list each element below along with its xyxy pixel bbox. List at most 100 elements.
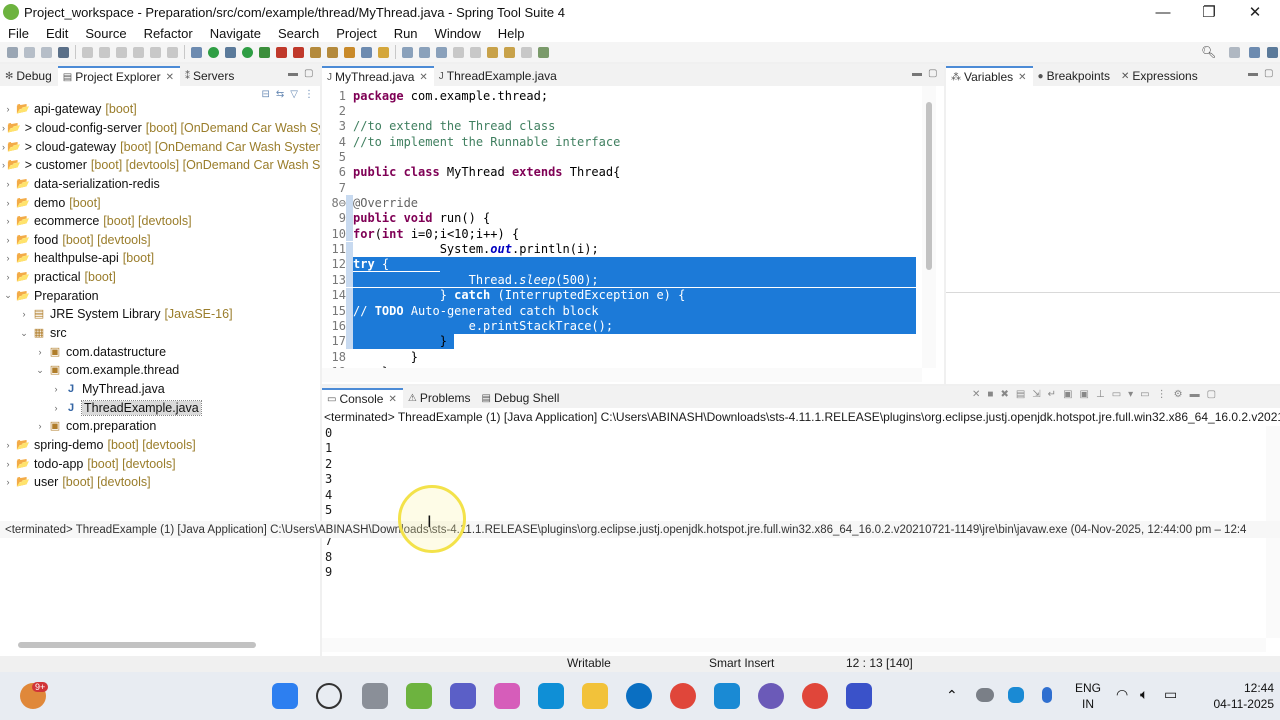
clock-date[interactable]: 04-11-2025	[1196, 697, 1275, 711]
code-line[interactable]: 10 for(int i=0;i<10;i++) {	[322, 226, 916, 242]
scrollbar-thumb[interactable]	[926, 102, 932, 270]
tree-item[interactable]: ⌄ ▦ src	[0, 324, 320, 343]
tab-project-explorer[interactable]: ▤ Project Explorer ✕	[57, 66, 180, 86]
java-perspective-icon[interactable]	[1249, 46, 1260, 58]
menu-run[interactable]: Run	[386, 26, 427, 41]
code-line[interactable]: 11 System. out .println(i);	[322, 241, 916, 257]
tree-item[interactable]: › 📂 user [boot] [devtools]	[0, 473, 320, 492]
minimize-panel-icon[interactable]: ▬	[1248, 68, 1258, 79]
tree-item[interactable]: › 📂 > customer [boot] [devtools] [OnDemand …	[0, 156, 320, 175]
toggle-block-icon[interactable]	[419, 46, 430, 58]
code-line[interactable]: 5	[322, 149, 916, 164]
chrome-profile-icon[interactable]	[802, 683, 828, 709]
menu-project[interactable]: Project	[328, 26, 385, 41]
app-icon[interactable]	[846, 683, 872, 709]
sync-icon[interactable]	[1008, 687, 1024, 703]
debug-perspective-icon[interactable]	[1267, 46, 1278, 58]
word-wrap-icon[interactable]: ↵	[1048, 389, 1056, 400]
resume-icon[interactable]	[99, 46, 110, 58]
minimize-panel-icon[interactable]: ▬	[912, 68, 922, 79]
chrome-icon[interactable]	[670, 683, 696, 709]
stop-icon[interactable]	[293, 46, 304, 58]
view-menu-icon[interactable]: ⋮	[304, 89, 314, 100]
details-divider[interactable]	[946, 292, 1280, 293]
tab-debug[interactable]: ✻ Debug	[0, 66, 58, 86]
code-line[interactable]: 9 public void run() {	[322, 210, 916, 227]
show-hidden-icons-icon[interactable]: ⌃	[946, 687, 958, 704]
search-taskbar-icon[interactable]	[316, 683, 342, 709]
hp-icon[interactable]	[626, 683, 652, 709]
collapsed-arrow-icon[interactable]: ›	[2, 459, 14, 469]
collapsed-arrow-icon[interactable]: ›	[2, 272, 14, 282]
teams-icon[interactable]	[450, 683, 476, 709]
collapsed-arrow-icon[interactable]: ›	[2, 477, 14, 487]
open-perspective-icon[interactable]	[1229, 46, 1240, 58]
new-package-icon[interactable]	[327, 46, 338, 58]
code-line[interactable]: 1 package com.example.thread;	[322, 88, 916, 103]
tree-item[interactable]: › ▤ JRE System Library [JavaSE-16]	[0, 305, 320, 324]
coverage-icon[interactable]	[259, 46, 270, 58]
minimize-panel-icon[interactable]: ▬	[288, 68, 298, 79]
collapsed-arrow-icon[interactable]: ›	[34, 347, 46, 357]
menu-search[interactable]: Search	[270, 26, 328, 41]
clear-console-icon[interactable]: ▤	[1016, 389, 1025, 400]
horizontal-scrollbar[interactable]	[322, 368, 922, 382]
previous-annotation-icon[interactable]	[470, 46, 481, 58]
close-icon[interactable]: ✕	[388, 394, 396, 405]
collapsed-arrow-icon[interactable]: ›	[2, 179, 14, 189]
settings-icon[interactable]: ⚙	[1174, 389, 1183, 400]
code-line[interactable]: 15 // TODO Auto-generated catch block	[322, 302, 916, 319]
outline-icon[interactable]	[191, 46, 202, 58]
tree-item[interactable]: › 📂 > cloud-config-server [boot] [OnDemand …	[0, 119, 320, 138]
remove-all-icon[interactable]: ✖	[1000, 389, 1008, 400]
search-icon[interactable]: 🔍︎	[1201, 45, 1216, 59]
close-icon[interactable]: ✕	[419, 72, 427, 83]
remove-launch-icon[interactable]: ✕	[972, 389, 980, 400]
tree-item[interactable]: › 📂 > cloud-gateway [boot] [OnDemand Car Wa…	[0, 137, 320, 156]
show-on-output-icon[interactable]: ▣	[1063, 389, 1072, 400]
tab-threadexample-java[interactable]: J ThreadExample.java	[434, 66, 563, 86]
menu-window[interactable]: Window	[427, 26, 490, 41]
pin-console-icon[interactable]: ⊥	[1096, 389, 1105, 400]
expanded-arrow-icon[interactable]: ⌄	[2, 290, 14, 301]
tab-expressions[interactable]: ✕ Expressions	[1116, 66, 1204, 86]
maximize-button[interactable]: ❐	[1186, 0, 1232, 24]
next-annotation-icon[interactable]	[453, 46, 464, 58]
close-button[interactable]: ✕	[1232, 0, 1278, 24]
edge-icon[interactable]	[538, 683, 564, 709]
code-line[interactable]: 12 try {	[322, 256, 916, 273]
tab-breakpoints[interactable]: ● Breakpoints	[1033, 66, 1116, 86]
skip-breakpoints-icon[interactable]	[82, 46, 93, 58]
console-view-menu-icon[interactable]: ⋮	[1157, 389, 1167, 400]
vscode-icon[interactable]	[714, 683, 740, 709]
run-icon[interactable]	[242, 46, 253, 58]
new-class-icon[interactable]	[344, 46, 355, 58]
collapsed-arrow-icon[interactable]: ›	[2, 216, 14, 226]
copilot-icon[interactable]	[494, 683, 520, 709]
back-icon[interactable]	[504, 46, 515, 58]
show-whitespace-icon[interactable]	[436, 46, 447, 58]
collapse-all-icon[interactable]: ⊟	[262, 89, 270, 100]
tree-item[interactable]: › J MyThread.java	[0, 380, 320, 399]
collapsed-arrow-icon[interactable]: ›	[34, 421, 46, 431]
expanded-arrow-icon[interactable]: ⌄	[34, 365, 46, 376]
horizontal-scrollbar[interactable]	[18, 642, 256, 648]
code-line[interactable]: 18 }	[322, 349, 916, 364]
tree-item[interactable]: › 📂 practical [boot]	[0, 268, 320, 287]
language-indicator[interactable]: ENG	[1072, 681, 1104, 695]
maximize-panel-icon[interactable]: ▢	[928, 68, 937, 79]
collapsed-arrow-icon[interactable]: ›	[50, 403, 62, 413]
toggle-mark-icon[interactable]	[402, 46, 413, 58]
code-line[interactable]: 2	[322, 103, 916, 118]
minimize-button[interactable]: —	[1140, 0, 1186, 24]
tree-item[interactable]: › 📂 api-gateway [boot]	[0, 100, 320, 119]
code-line[interactable]: 6 public class MyThread extends Thread{	[322, 165, 916, 180]
menu-navigate[interactable]: Navigate	[202, 26, 270, 41]
pin-editor-icon[interactable]	[538, 46, 549, 58]
tree-item[interactable]: ⌄ 📂 Preparation	[0, 287, 320, 306]
close-icon[interactable]: ✕	[1018, 72, 1026, 83]
terminate-icon[interactable]	[133, 46, 144, 58]
external-tools-icon[interactable]	[276, 46, 287, 58]
step-over-icon[interactable]	[167, 46, 178, 58]
code-line[interactable]: 3 //to extend the Thread class	[322, 119, 916, 134]
